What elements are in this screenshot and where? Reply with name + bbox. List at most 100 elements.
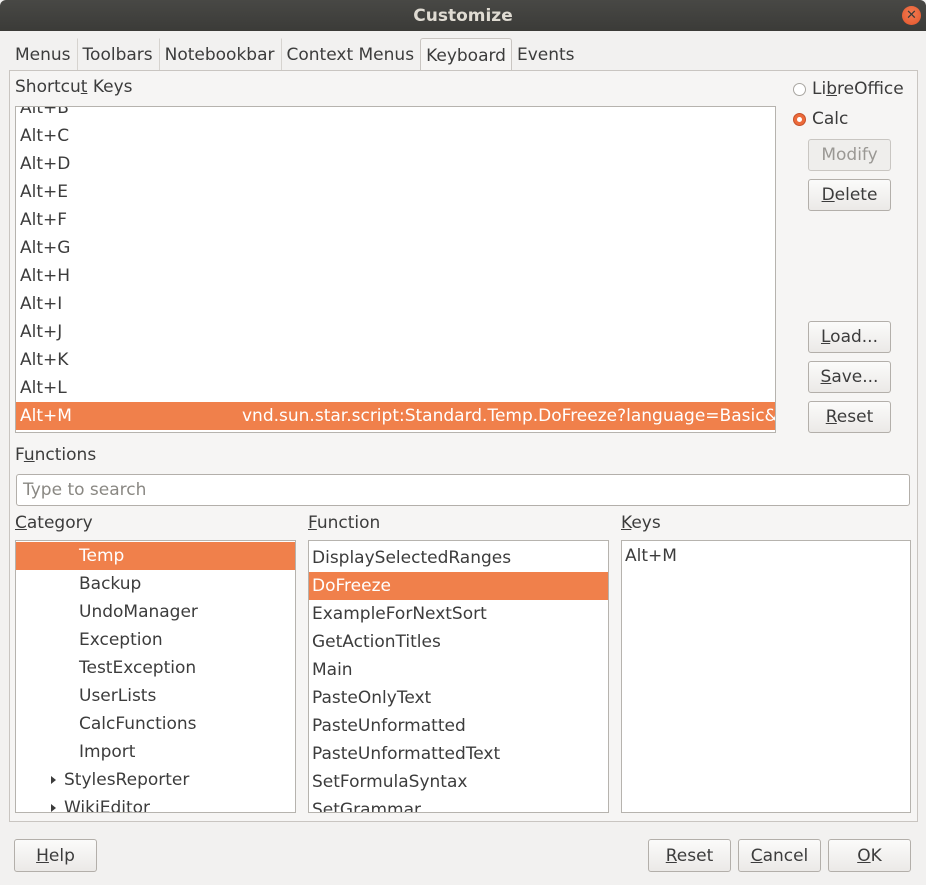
category-item[interactable]: UndoManager <box>16 598 295 626</box>
shortcut-row[interactable]: Alt+L <box>16 374 775 402</box>
modify-button[interactable]: Modify <box>808 139 891 171</box>
keys-list[interactable]: Alt+M <box>621 540 911 813</box>
expand-arrow-icon[interactable] <box>51 776 56 784</box>
shortcut-function: vnd.sun.star.script:Standard.Temp.DoFree… <box>242 406 776 426</box>
reset-shortcuts-button[interactable]: Reset <box>808 401 891 433</box>
help-button[interactable]: Help <box>14 839 97 872</box>
delete-button[interactable]: Delete <box>808 179 891 211</box>
shortcut-key: Alt+B <box>20 106 69 118</box>
function-item-label: DisplaySelectedRanges <box>312 548 512 568</box>
category-item-label: TestException <box>79 658 197 678</box>
function-item[interactable]: PasteUnformattedText <box>309 740 608 768</box>
function-item[interactable]: DisplaySelectedRanges <box>309 544 608 572</box>
function-item[interactable]: ExampleForNextSort <box>309 600 608 628</box>
close-button[interactable]: ✕ <box>902 6 921 25</box>
category-item[interactable]: Import <box>16 738 295 766</box>
radio-indicator <box>793 82 806 96</box>
shortcut-key: Alt+L <box>20 378 67 398</box>
tab-context-menus[interactable]: Context Menus <box>280 38 421 71</box>
category-item-label: WikiEditor <box>64 798 151 813</box>
function-item[interactable]: SetFormulaSyntax <box>309 768 608 796</box>
shortcut-keys-list[interactable]: Alt+B Alt+C Alt+D Alt+E Alt+F Alt+G Alt+H Alt+I… <box>15 106 776 433</box>
category-item-label: CalcFunctions <box>79 714 197 734</box>
function-list[interactable]: DisplaySelectedRanges DoFreeze ExampleForN… <box>308 540 609 813</box>
search-input[interactable]: Type to search <box>16 474 910 506</box>
category-item-label: Exception <box>79 630 163 650</box>
function-item-label: PasteOnlyText <box>312 688 432 708</box>
tab-keyboard[interactable]: Keyboard <box>420 38 512 72</box>
category-item-label: Temp <box>79 546 125 566</box>
category-item-label: UndoManager <box>79 602 198 622</box>
shortcut-key: Alt+C <box>20 126 70 146</box>
cancel-button[interactable]: Cancel <box>738 839 821 872</box>
shortcut-row[interactable]: Alt+B <box>16 106 775 122</box>
function-item-label: DoFreeze <box>312 576 391 596</box>
shortcut-key: Alt+D <box>20 154 71 174</box>
shortcut-keys-label: Shortcut Keys <box>15 77 133 97</box>
shortcut-row[interactable]: Alt+E <box>16 178 775 206</box>
shortcut-row[interactable]: Alt+I <box>16 290 775 318</box>
shortcut-row[interactable]: Alt+D <box>16 150 775 178</box>
shortcut-row[interactable]: Alt+M vnd.sun.star.script:Standard.Temp.D… <box>16 402 775 430</box>
function-item[interactable]: SetGrammar <box>309 796 608 813</box>
function-item-label: ExampleForNextSort <box>312 604 487 624</box>
shortcut-key: Alt+F <box>20 210 68 230</box>
shortcut-row[interactable]: Alt+F <box>16 206 775 234</box>
shortcut-key: Alt+J <box>20 322 63 342</box>
radio-libreoffice[interactable]: LibreOffice <box>793 79 904 99</box>
ok-button[interactable]: OK <box>828 839 911 872</box>
tab-toolbars[interactable]: Toolbars <box>76 38 159 71</box>
keys-label: Keys <box>621 513 661 533</box>
shortcut-row[interactable]: Alt+C <box>16 122 775 150</box>
radio-calc[interactable]: Calc <box>793 109 848 129</box>
shortcut-key: Alt+G <box>20 238 71 258</box>
shortcut-row[interactable]: Alt+J <box>16 318 775 346</box>
function-item-label: Main <box>312 660 353 680</box>
category-item[interactable]: UserLists <box>16 682 295 710</box>
category-item[interactable]: WikiEditor <box>16 794 295 813</box>
tab-bar: Menus Toolbars Notebookbar Context Menus Key… <box>9 38 581 72</box>
close-icon: ✕ <box>906 8 917 23</box>
category-item[interactable]: CalcFunctions <box>16 710 295 738</box>
shortcut-key: Alt+M <box>20 406 72 426</box>
category-item[interactable]: Backup <box>16 570 295 598</box>
category-item-label: UserLists <box>79 686 157 706</box>
category-item[interactable]: StylesReporter <box>16 766 295 794</box>
function-item-label: SetGrammar <box>312 800 422 813</box>
function-item[interactable]: Main <box>309 656 608 684</box>
function-item[interactable]: PasteOnlyText <box>309 684 608 712</box>
reset-button[interactable]: Reset <box>648 839 731 872</box>
function-label: Function <box>308 513 381 533</box>
functions-label: Functions <box>15 445 97 465</box>
function-item[interactable]: DoFreeze <box>309 572 608 600</box>
tab-notebookbar[interactable]: Notebookbar <box>158 38 281 71</box>
save-button[interactable]: Save... <box>808 361 891 393</box>
category-item[interactable]: TestException <box>16 654 295 682</box>
shortcut-row[interactable]: Alt+H <box>16 262 775 290</box>
category-list[interactable]: Temp Backup UndoManager Exception TestExcept… <box>15 540 296 813</box>
function-item-label: PasteUnformattedText <box>312 744 501 764</box>
tab-menus[interactable]: Menus <box>9 38 77 71</box>
category-item-label: Backup <box>79 574 142 594</box>
key-item[interactable]: Alt+M <box>622 542 910 570</box>
function-item-label: GetActionTitles <box>312 632 441 652</box>
tab-events[interactable]: Events <box>512 38 581 71</box>
shortcut-row[interactable]: Alt+K <box>16 346 775 374</box>
function-item[interactable]: GetActionTitles <box>309 628 608 656</box>
radio-indicator <box>793 112 806 126</box>
category-item-label: Import <box>79 742 136 762</box>
expand-arrow-icon[interactable] <box>51 804 56 812</box>
window-title: Customize <box>413 5 513 26</box>
category-label: Category <box>15 513 93 533</box>
function-item[interactable]: PasteUnformatted <box>309 712 608 740</box>
function-item-label: PasteUnformatted <box>312 716 466 736</box>
shortcut-key: Alt+H <box>20 266 71 286</box>
category-item[interactable]: Temp <box>16 542 295 570</box>
radio-libreoffice-label: LibreOffice <box>812 79 904 99</box>
category-item[interactable]: Exception <box>16 626 295 654</box>
key-item-label: Alt+M <box>625 546 677 566</box>
category-item-label: StylesReporter <box>64 770 190 790</box>
shortcut-row[interactable]: Alt+G <box>16 234 775 262</box>
load-button[interactable]: Load... <box>808 321 891 353</box>
shortcut-key: Alt+I <box>20 294 63 314</box>
